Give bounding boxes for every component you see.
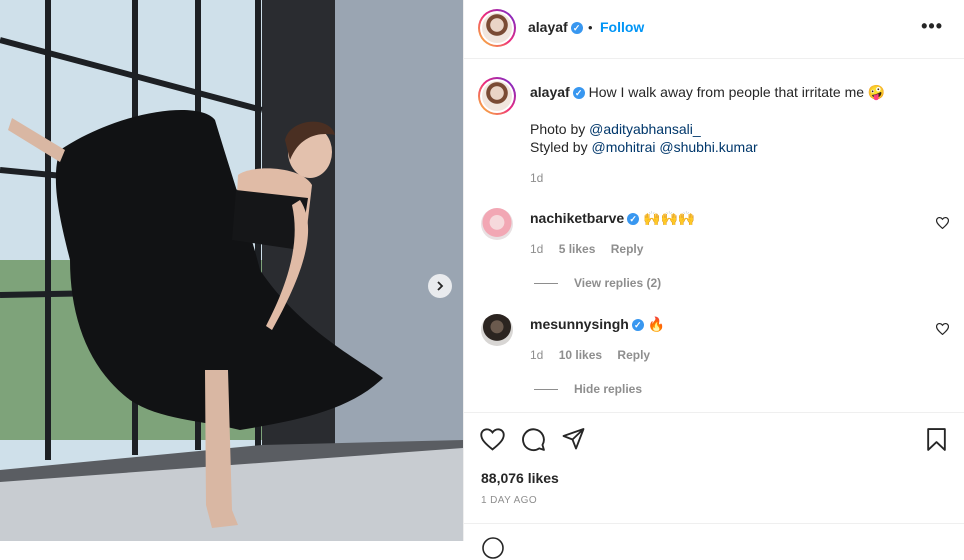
- hide-replies-label: Hide replies: [574, 382, 643, 396]
- styled-credit-link-2[interactable]: @shubhi.kumar: [659, 139, 757, 155]
- post-actions: 88,076 likes 1 DAY AGO: [464, 412, 964, 559]
- comment-avatar[interactable]: [481, 314, 513, 346]
- comment-avatar[interactable]: [481, 208, 513, 240]
- caption-time: 1d: [530, 171, 544, 185]
- post-photo[interactable]: [0, 0, 463, 541]
- caption-username-text: alayaf: [530, 84, 570, 100]
- verified-badge-icon: ✓: [572, 87, 585, 100]
- comment-meta: 1d 5 likes Reply: [530, 242, 643, 256]
- caption: alayaf ✓ How I walk away from people that…: [530, 84, 950, 101]
- photo-credit-prefix: Photo by: [530, 121, 590, 137]
- comment-time: 1d: [530, 242, 544, 256]
- comment-body: mesunnysingh ✓ 🔥: [530, 316, 665, 333]
- photo-credit-link[interactable]: @adityabhansali_: [589, 121, 701, 137]
- styled-credit: Styled by @mohitrai @shubhi.kumar: [530, 139, 758, 155]
- comment-meta: 1d 10 likes Reply: [530, 348, 650, 362]
- post-header: alayaf ✓ • Follow •••: [464, 0, 964, 59]
- view-replies-toggle[interactable]: View replies (2): [534, 276, 661, 290]
- comment-username[interactable]: nachiketbarve ✓: [530, 210, 640, 226]
- comment-username-text: nachiketbarve: [530, 210, 625, 226]
- heart-icon[interactable]: [480, 428, 505, 451]
- comment-time: 1d: [530, 348, 544, 362]
- more-options-icon[interactable]: •••: [921, 16, 943, 37]
- comment-input-divider: [464, 523, 964, 524]
- comment-body: nachiketbarve ✓ 🙌🙌🙌: [530, 210, 695, 227]
- separator-dot: •: [588, 20, 593, 35]
- caption-text: How I walk away from people that irritat…: [588, 84, 886, 100]
- reply-button[interactable]: Reply: [617, 348, 650, 362]
- photo-credit: Photo by @adityabhansali_: [530, 121, 701, 137]
- post-timestamp: 1 DAY AGO: [481, 495, 538, 506]
- comment-icon[interactable]: [521, 427, 546, 452]
- paper-plane-icon[interactable]: [561, 427, 586, 451]
- emoji-icon[interactable]: [481, 536, 505, 560]
- reply-button[interactable]: Reply: [611, 242, 644, 256]
- comment-username-text: mesunnysingh: [530, 316, 629, 332]
- verified-badge-icon: ✓: [627, 213, 640, 226]
- view-replies-label: View replies (2): [574, 276, 662, 290]
- next-photo-button[interactable]: [428, 274, 452, 298]
- caption-avatar[interactable]: [478, 77, 516, 115]
- styled-credit-link-1[interactable]: @mohitrai: [591, 139, 655, 155]
- comment-username[interactable]: mesunnysingh ✓: [530, 316, 644, 332]
- verified-badge-icon: ✓: [570, 22, 583, 35]
- comment-likes-count[interactable]: 5 likes: [559, 242, 596, 256]
- replies-line: [534, 283, 558, 285]
- dancer-photo-illustration: [0, 0, 463, 541]
- styled-credit-prefix: Styled by: [530, 139, 592, 155]
- verified-badge-icon: ✓: [631, 319, 644, 332]
- author-avatar[interactable]: [478, 9, 516, 47]
- comment-text: 🙌🙌🙌: [643, 210, 696, 226]
- chevron-right-icon: [437, 281, 444, 291]
- caption-username[interactable]: alayaf ✓: [530, 84, 585, 100]
- comment-like-heart-icon[interactable]: [936, 323, 949, 335]
- hide-replies-toggle[interactable]: Hide replies: [534, 382, 642, 396]
- bookmark-icon[interactable]: [925, 427, 948, 452]
- author-username[interactable]: alayaf ✓: [528, 19, 583, 35]
- comment-likes-count[interactable]: 10 likes: [559, 348, 602, 362]
- post-side-panel: alayaf ✓ • Follow ••• alayaf ✓ How I walk …: [463, 0, 964, 559]
- comment-text: 🔥: [647, 316, 666, 332]
- follow-button[interactable]: Follow: [600, 19, 644, 35]
- likes-count[interactable]: 88,076 likes: [481, 470, 559, 486]
- comment-like-heart-icon[interactable]: [936, 217, 949, 229]
- replies-line: [534, 389, 558, 391]
- author-username-text: alayaf: [528, 19, 568, 35]
